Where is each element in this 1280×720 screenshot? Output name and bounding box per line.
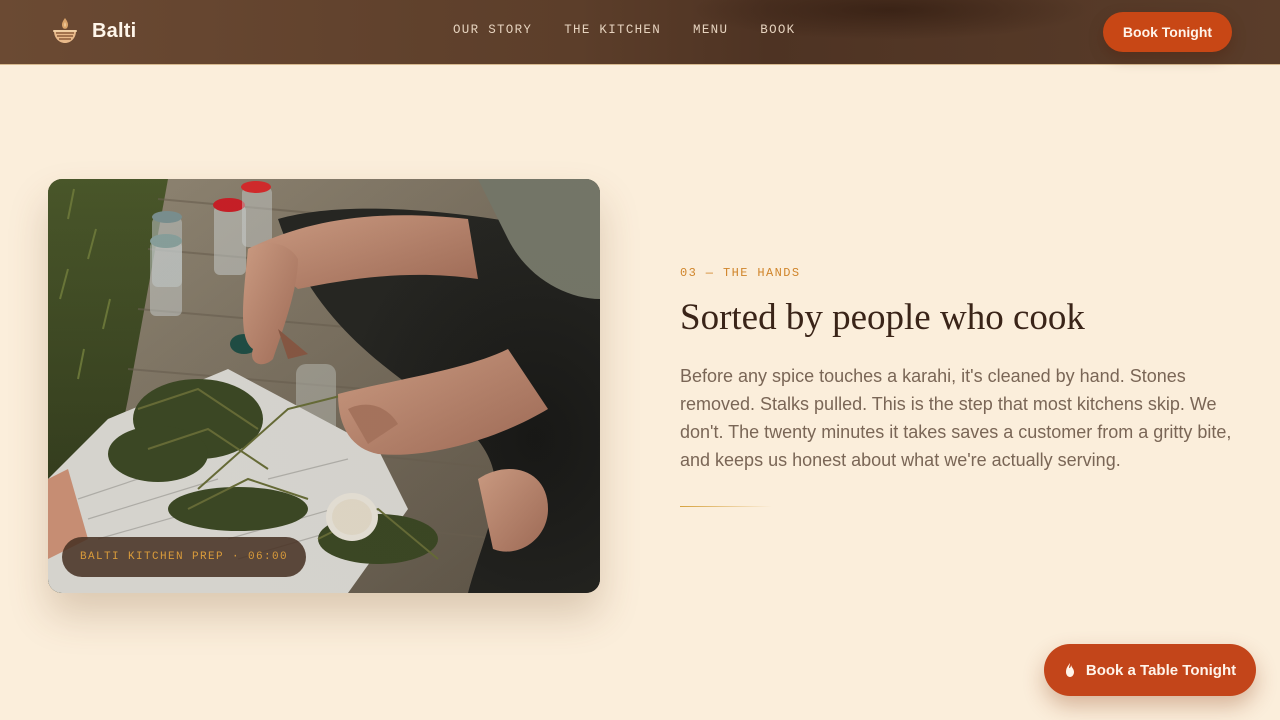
main-nav: OUR STORY THE KITCHEN MENU BOOK: [453, 23, 795, 37]
site-header: Balti OUR STORY THE KITCHEN MENU BOOK Bo…: [0, 0, 1280, 65]
balti-bowl-icon: [53, 18, 77, 43]
brand[interactable]: Balti: [52, 16, 136, 46]
nav-link-our-story[interactable]: OUR STORY: [453, 23, 532, 37]
nav-link-the-kitchen[interactable]: THE KITCHEN: [564, 23, 661, 37]
nav-link-book[interactable]: BOOK: [760, 23, 795, 37]
floating-button-label: Book a Table Tonight: [1085, 661, 1237, 679]
nav-link-menu[interactable]: MENU: [693, 23, 728, 37]
brand-name: Balti: [92, 19, 137, 42]
section-title: Sorted by people who cook: [680, 297, 1085, 338]
flame-icon: [1065, 663, 1074, 677]
section-eyebrow: 03 — THE HANDS: [680, 266, 801, 280]
feature-photo: BALTI KITCHEN PREP · 06:00: [48, 179, 600, 593]
section-body: Before any spice touches a karahi, it's …: [680, 366, 1232, 470]
book-tonight-button[interactable]: Book Tonight: [1103, 12, 1232, 52]
herb-sorting-photo: [48, 179, 600, 593]
section-divider: [680, 506, 772, 507]
book-a-table-floating-button[interactable]: Book a Table Tonight: [1044, 644, 1256, 696]
photo-caption-tag: BALTI KITCHEN PREP · 06:00: [62, 537, 307, 577]
